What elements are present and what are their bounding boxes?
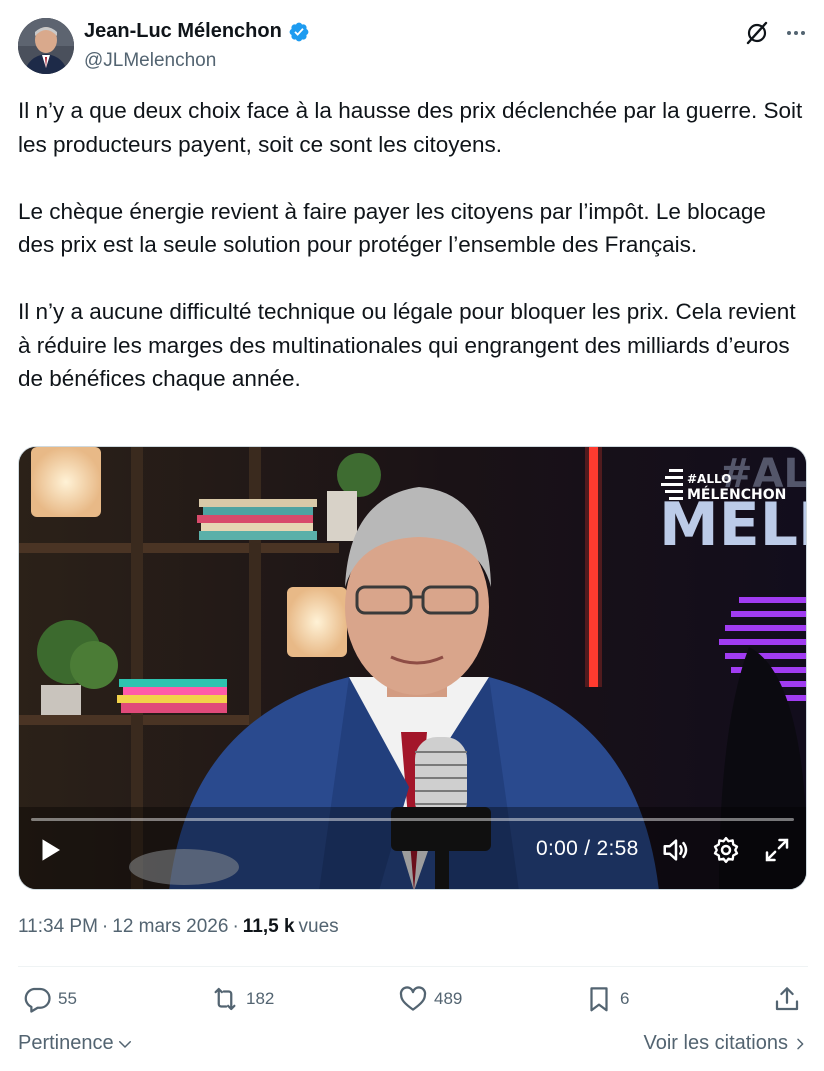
video-time-separator: / (578, 837, 597, 860)
video-controls: 0:00 / 2:58 (19, 817, 806, 889)
like-count: 489 (434, 989, 463, 1008)
tweet-paragraph: Le chèque énergie revient à faire payer … (18, 198, 766, 258)
sort-label: Pertinence (18, 1032, 114, 1054)
display-name[interactable]: Jean-Luc Mélenchon (84, 20, 282, 43)
reply-icon (24, 987, 51, 1013)
name-row: Jean-Luc Mélenchon (84, 20, 310, 43)
svg-text:#ALLO: #ALLO (687, 472, 731, 486)
fullscreen-icon[interactable] (762, 835, 792, 865)
like-button[interactable]: 489 (398, 984, 462, 1014)
bookmark-icon (590, 987, 608, 1012)
more-icon[interactable] (784, 21, 808, 45)
share-icon (775, 987, 799, 1011)
sort-dropdown[interactable]: Pertinence (18, 1032, 134, 1055)
bookmark-button[interactable]: 6 (584, 984, 629, 1014)
reply-count: 55 (58, 989, 77, 1008)
quotes-label: Voir les citations (643, 1032, 788, 1054)
divider (18, 966, 808, 967)
header-actions (744, 20, 808, 46)
action-bar: 55 182 489 6 (18, 984, 808, 1018)
share-button[interactable] (772, 984, 802, 1014)
replies-footer: Pertinence Voir les citations (18, 1032, 808, 1060)
chevron-right-icon (797, 1038, 804, 1049)
svg-text:MÉLENCHON: MÉLENCHON (687, 486, 786, 503)
tweet-text: Il n’y a que deux choix face à la hausse… (18, 94, 808, 396)
reply-button[interactable]: 55 (22, 984, 77, 1014)
bookmark-count: 6 (620, 989, 630, 1008)
video-player[interactable]: MELEN #AL #ALLO MÉLENCHON (18, 446, 807, 890)
handle[interactable]: @JLMelenchon (84, 50, 216, 72)
tweet-paragraph: Il n’y a aucune difficulté technique ou … (18, 299, 796, 391)
tweet-paragraph: Il n’y a que deux choix face à la hausse… (18, 98, 803, 157)
repost-count: 182 (246, 989, 275, 1008)
view-quotes-link[interactable]: Voir les citations (643, 1032, 808, 1055)
repost-icon (214, 987, 236, 1011)
views-label: vues (298, 916, 339, 937)
volume-icon[interactable] (661, 835, 691, 865)
repost-button[interactable]: 182 (210, 984, 274, 1014)
tweet-date[interactable]: 12 mars 2026 (112, 916, 228, 938)
gear-icon[interactable] (711, 835, 741, 865)
video-duration: 2:58 (596, 837, 639, 860)
verified-badge-icon[interactable] (288, 21, 310, 43)
play-icon[interactable] (35, 835, 65, 865)
avatar-image (18, 18, 74, 74)
tweet-header: Jean-Luc Mélenchon @JLMelenchon (18, 18, 808, 78)
avatar[interactable] (18, 18, 74, 74)
tweet-meta: 11:34 PM · 12 mars 2026 · 11,5 k vues (18, 916, 339, 938)
heart-icon (399, 986, 427, 1011)
meta-separator: · (232, 916, 239, 937)
tweet-time[interactable]: 11:34 PM (18, 916, 98, 938)
meta-separator: · (101, 916, 109, 937)
video-time: 0:00 / 2:58 (536, 837, 639, 861)
chevron-down-icon (118, 1040, 131, 1048)
grok-icon[interactable] (744, 20, 770, 46)
views-count: 11,5 k (242, 916, 295, 937)
video-current-time: 0:00 (536, 837, 579, 860)
